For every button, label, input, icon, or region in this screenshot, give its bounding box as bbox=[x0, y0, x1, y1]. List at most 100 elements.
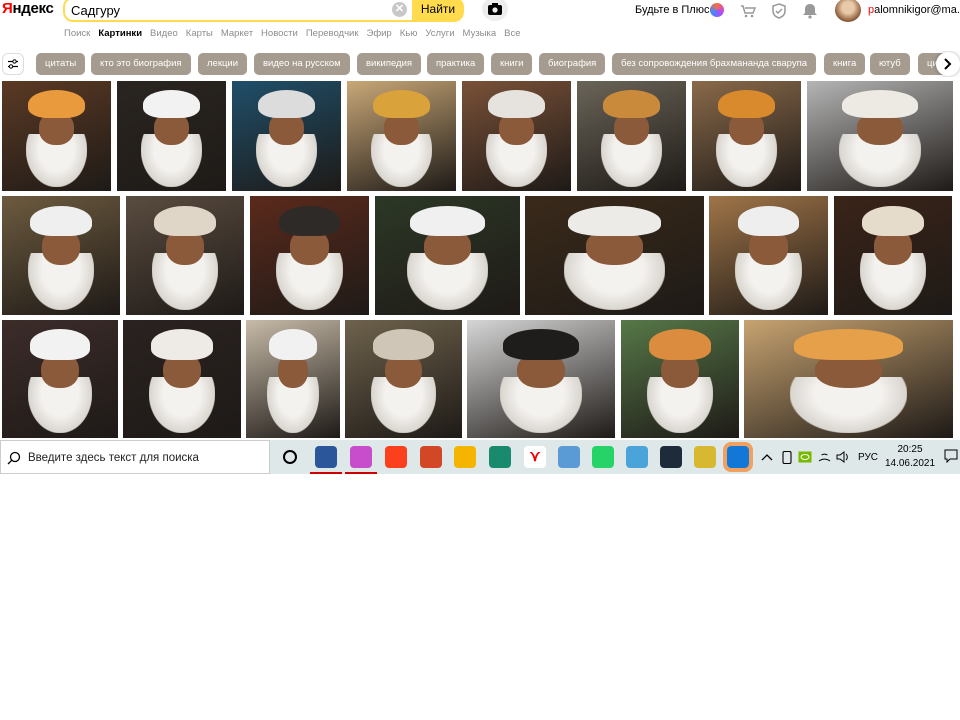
language-indicator[interactable]: РУС bbox=[858, 452, 878, 463]
turban-shape bbox=[603, 89, 660, 119]
screen-icon[interactable] bbox=[626, 446, 648, 468]
related-query-chip[interactable]: кто это биография bbox=[91, 53, 191, 75]
logo-text: ндекс bbox=[12, 0, 54, 17]
nav-item[interactable]: Кью bbox=[400, 28, 418, 42]
task-view-icon[interactable] bbox=[283, 450, 297, 464]
image-result[interactable] bbox=[2, 320, 118, 438]
phone-icon[interactable] bbox=[781, 451, 793, 464]
world-of-warships-icon[interactable] bbox=[660, 446, 682, 468]
bell-icon[interactable] bbox=[802, 3, 818, 19]
chips-next-button[interactable] bbox=[936, 52, 960, 76]
nav-item[interactable]: Карты bbox=[186, 28, 213, 42]
image-search-button[interactable] bbox=[482, 0, 508, 21]
nav-item[interactable]: Музыка bbox=[463, 28, 497, 42]
nvidia-icon[interactable] bbox=[798, 451, 812, 463]
shield-icon[interactable] bbox=[771, 3, 787, 19]
app-icon[interactable] bbox=[723, 442, 753, 472]
image-result[interactable] bbox=[709, 196, 828, 315]
related-query-chip[interactable]: без сопровождения брахмананда сварупа bbox=[612, 53, 817, 75]
image-result[interactable] bbox=[744, 320, 953, 438]
turban-shape bbox=[29, 329, 91, 361]
edge-icon[interactable] bbox=[489, 446, 511, 468]
affinity-icon[interactable] bbox=[345, 446, 377, 474]
image-result[interactable] bbox=[126, 196, 244, 315]
notifications-icon[interactable] bbox=[944, 449, 958, 463]
image-result[interactable] bbox=[123, 320, 241, 438]
related-query-chip[interactable]: цитаты bbox=[36, 53, 86, 75]
turban-shape bbox=[488, 89, 545, 119]
image-result[interactable] bbox=[232, 81, 341, 191]
file-explorer-icon[interactable] bbox=[454, 446, 476, 468]
image-result[interactable] bbox=[345, 320, 462, 438]
search-input[interactable] bbox=[71, 2, 381, 18]
turban-shape bbox=[649, 329, 711, 361]
chevron-up-icon[interactable] bbox=[761, 453, 773, 461]
find-button[interactable]: Найти bbox=[412, 0, 464, 22]
plus-promo-link[interactable]: Будьте в Плюсе bbox=[635, 4, 716, 16]
nav-item[interactable]: Услуги bbox=[425, 28, 454, 42]
turban-shape bbox=[502, 329, 580, 361]
search-icon bbox=[7, 451, 21, 465]
image-result[interactable] bbox=[692, 81, 801, 191]
user-avatar[interactable] bbox=[835, 0, 861, 22]
image-result[interactable] bbox=[347, 81, 456, 191]
volume-icon[interactable] bbox=[836, 451, 850, 463]
image-result[interactable] bbox=[250, 196, 369, 315]
image-result[interactable] bbox=[246, 320, 340, 438]
related-query-chip[interactable]: биография bbox=[539, 53, 606, 75]
related-queries: цитаты кто это биография лекции видео на ру… bbox=[0, 51, 960, 77]
yandex-logo[interactable]: Яндекс bbox=[2, 0, 54, 17]
image-result[interactable] bbox=[467, 320, 615, 438]
image-result[interactable] bbox=[807, 81, 953, 191]
sliders-icon bbox=[8, 59, 18, 69]
image-result[interactable] bbox=[2, 81, 111, 191]
image-result[interactable] bbox=[834, 196, 952, 315]
powerpoint-icon[interactable] bbox=[420, 446, 442, 468]
clock-date[interactable]: 14.06.2021 bbox=[884, 458, 936, 469]
image-result[interactable] bbox=[2, 196, 120, 315]
nav-item[interactable]: Картинки bbox=[98, 28, 142, 42]
image-result[interactable] bbox=[525, 196, 704, 315]
clear-search-button[interactable]: ✕ bbox=[392, 2, 407, 17]
turban-shape bbox=[842, 89, 918, 119]
related-query-chip[interactable]: практика bbox=[427, 53, 485, 75]
image-result[interactable] bbox=[577, 81, 686, 191]
yandex-icon[interactable] bbox=[385, 446, 407, 468]
related-query-chip[interactable]: лекции bbox=[198, 53, 248, 75]
related-query-chip[interactable]: ютуб bbox=[870, 53, 910, 75]
clock-time[interactable]: 20:25 bbox=[888, 444, 932, 455]
nav-item[interactable]: Все bbox=[504, 28, 520, 42]
filters-button[interactable] bbox=[2, 53, 24, 75]
nav-item[interactable]: Видео bbox=[150, 28, 178, 42]
image-result[interactable] bbox=[621, 320, 739, 438]
taskbar-search[interactable]: Введите здесь текст для поиска bbox=[0, 440, 270, 474]
related-query-chip[interactable]: википедия bbox=[357, 53, 422, 75]
nav-item[interactable]: Новости bbox=[261, 28, 298, 42]
image-result[interactable] bbox=[375, 196, 520, 315]
image-result[interactable] bbox=[462, 81, 571, 191]
nav-item[interactable]: Поиск bbox=[64, 28, 90, 42]
word-icon[interactable] bbox=[310, 446, 342, 474]
turban-shape bbox=[409, 205, 486, 237]
turban-shape bbox=[30, 205, 92, 237]
nav-item[interactable]: Эфир bbox=[366, 28, 391, 42]
user-name[interactable]: palomnikigor@ma... bbox=[868, 4, 960, 16]
windows-taskbar: Введите здесь текст для поиска ⋎ РУС 20:… bbox=[0, 440, 960, 474]
cart-icon[interactable] bbox=[740, 3, 756, 19]
related-query-chip[interactable]: видео на русском bbox=[254, 53, 350, 75]
folder-icon[interactable] bbox=[558, 446, 580, 468]
nav-item[interactable]: Переводчик bbox=[306, 28, 359, 42]
wifi-icon[interactable] bbox=[818, 451, 831, 463]
search-box bbox=[63, 0, 412, 22]
plus-icon[interactable] bbox=[710, 3, 724, 17]
whatsapp-icon[interactable] bbox=[592, 446, 614, 468]
nav-item[interactable]: Маркет bbox=[221, 28, 253, 42]
turban-shape bbox=[143, 89, 200, 119]
image-result[interactable] bbox=[117, 81, 226, 191]
related-query-chip[interactable]: книги bbox=[491, 53, 533, 75]
game-icon[interactable] bbox=[694, 446, 716, 468]
related-query-chip[interactable]: книга bbox=[824, 53, 866, 75]
chevron-right-icon bbox=[944, 58, 952, 70]
yandex-browser-icon[interactable]: ⋎ bbox=[524, 446, 546, 468]
turban-shape bbox=[737, 205, 800, 237]
